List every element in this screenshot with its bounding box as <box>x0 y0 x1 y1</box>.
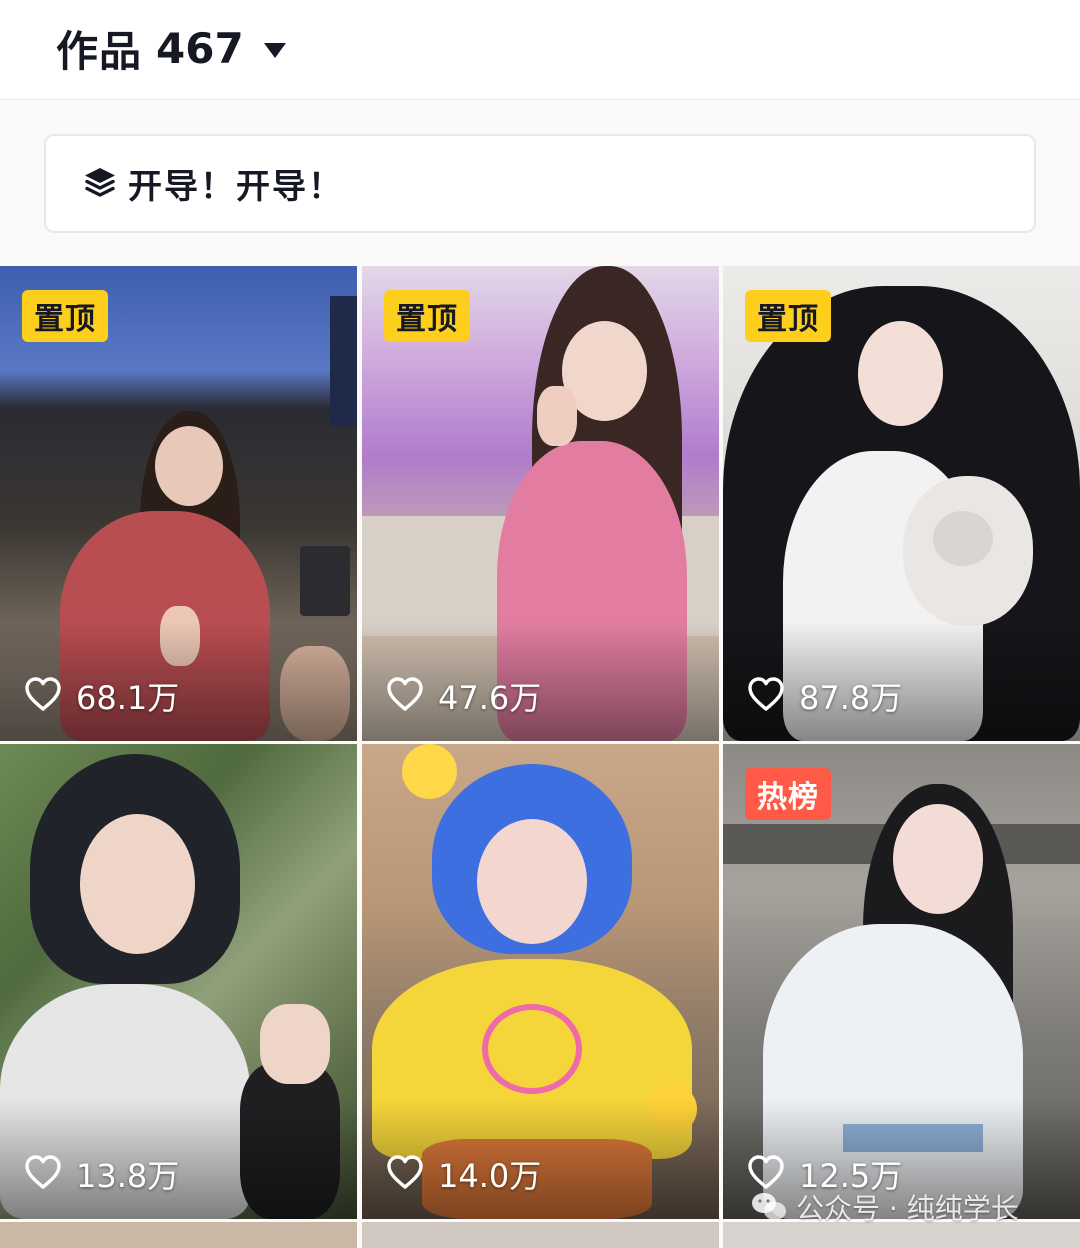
heart-outline-icon <box>386 676 424 716</box>
hot-list-badge: 热榜 <box>745 768 831 820</box>
like-count-value: 47.6万 <box>438 679 542 717</box>
video-thumbnail[interactable]: 置顶 68.1万 <box>0 266 357 741</box>
layers-icon <box>80 162 120 206</box>
pinned-badge: 置顶 <box>22 290 108 342</box>
video-grid: 置顶 68.1万 置顶 47.6万 置顶 87.8万 13.8万 14.0万 热… <box>0 266 1080 1248</box>
heart-outline-icon <box>747 676 785 716</box>
collection-card[interactable]: 开导！开导！ <box>44 134 1036 233</box>
video-thumbnail[interactable]: 置顶 87.8万 <box>723 266 1080 741</box>
video-thumbnail[interactable]: 13.8万 <box>0 744 357 1219</box>
video-thumbnail[interactable]: 14.0万 <box>362 744 719 1219</box>
video-thumbnail-partial[interactable] <box>362 1222 719 1248</box>
like-count: 14.0万 <box>386 1151 541 1197</box>
video-thumbnail[interactable]: 热榜 12.5万 <box>723 744 1080 1219</box>
like-count: 68.1万 <box>24 673 179 719</box>
works-tab-dropdown[interactable]: 作品 467 <box>56 18 286 78</box>
video-thumbnail[interactable]: 置顶 47.6万 <box>362 266 719 741</box>
like-count: 87.8万 <box>747 673 902 719</box>
heart-outline-icon <box>386 1154 424 1194</box>
heart-outline-icon <box>24 676 62 716</box>
watermark-text: 公众号 · 纯纯学长 <box>796 1192 1019 1225</box>
like-count-value: 68.1万 <box>76 679 180 717</box>
collection-title: 开导！开导！ <box>128 167 344 207</box>
like-count-value: 87.8万 <box>799 679 903 717</box>
heart-outline-icon <box>24 1154 62 1194</box>
profile-tab-header: 作品 467 <box>0 0 1080 100</box>
watermark: 公众号 · 纯纯学长 <box>750 1184 1019 1230</box>
like-count-value: 14.0万 <box>438 1157 542 1195</box>
pinned-badge: 置顶 <box>745 290 831 342</box>
like-count: 13.8万 <box>24 1151 179 1197</box>
like-count-value: 13.8万 <box>76 1157 180 1195</box>
caret-down-icon <box>263 42 286 58</box>
works-tab-label: 作品 <box>56 26 143 76</box>
video-thumbnail-partial[interactable] <box>0 1222 357 1248</box>
like-count: 47.6万 <box>386 673 541 719</box>
works-count: 467 <box>156 23 244 73</box>
wechat-logo-icon <box>750 1190 788 1224</box>
pinned-badge: 置顶 <box>384 290 470 342</box>
